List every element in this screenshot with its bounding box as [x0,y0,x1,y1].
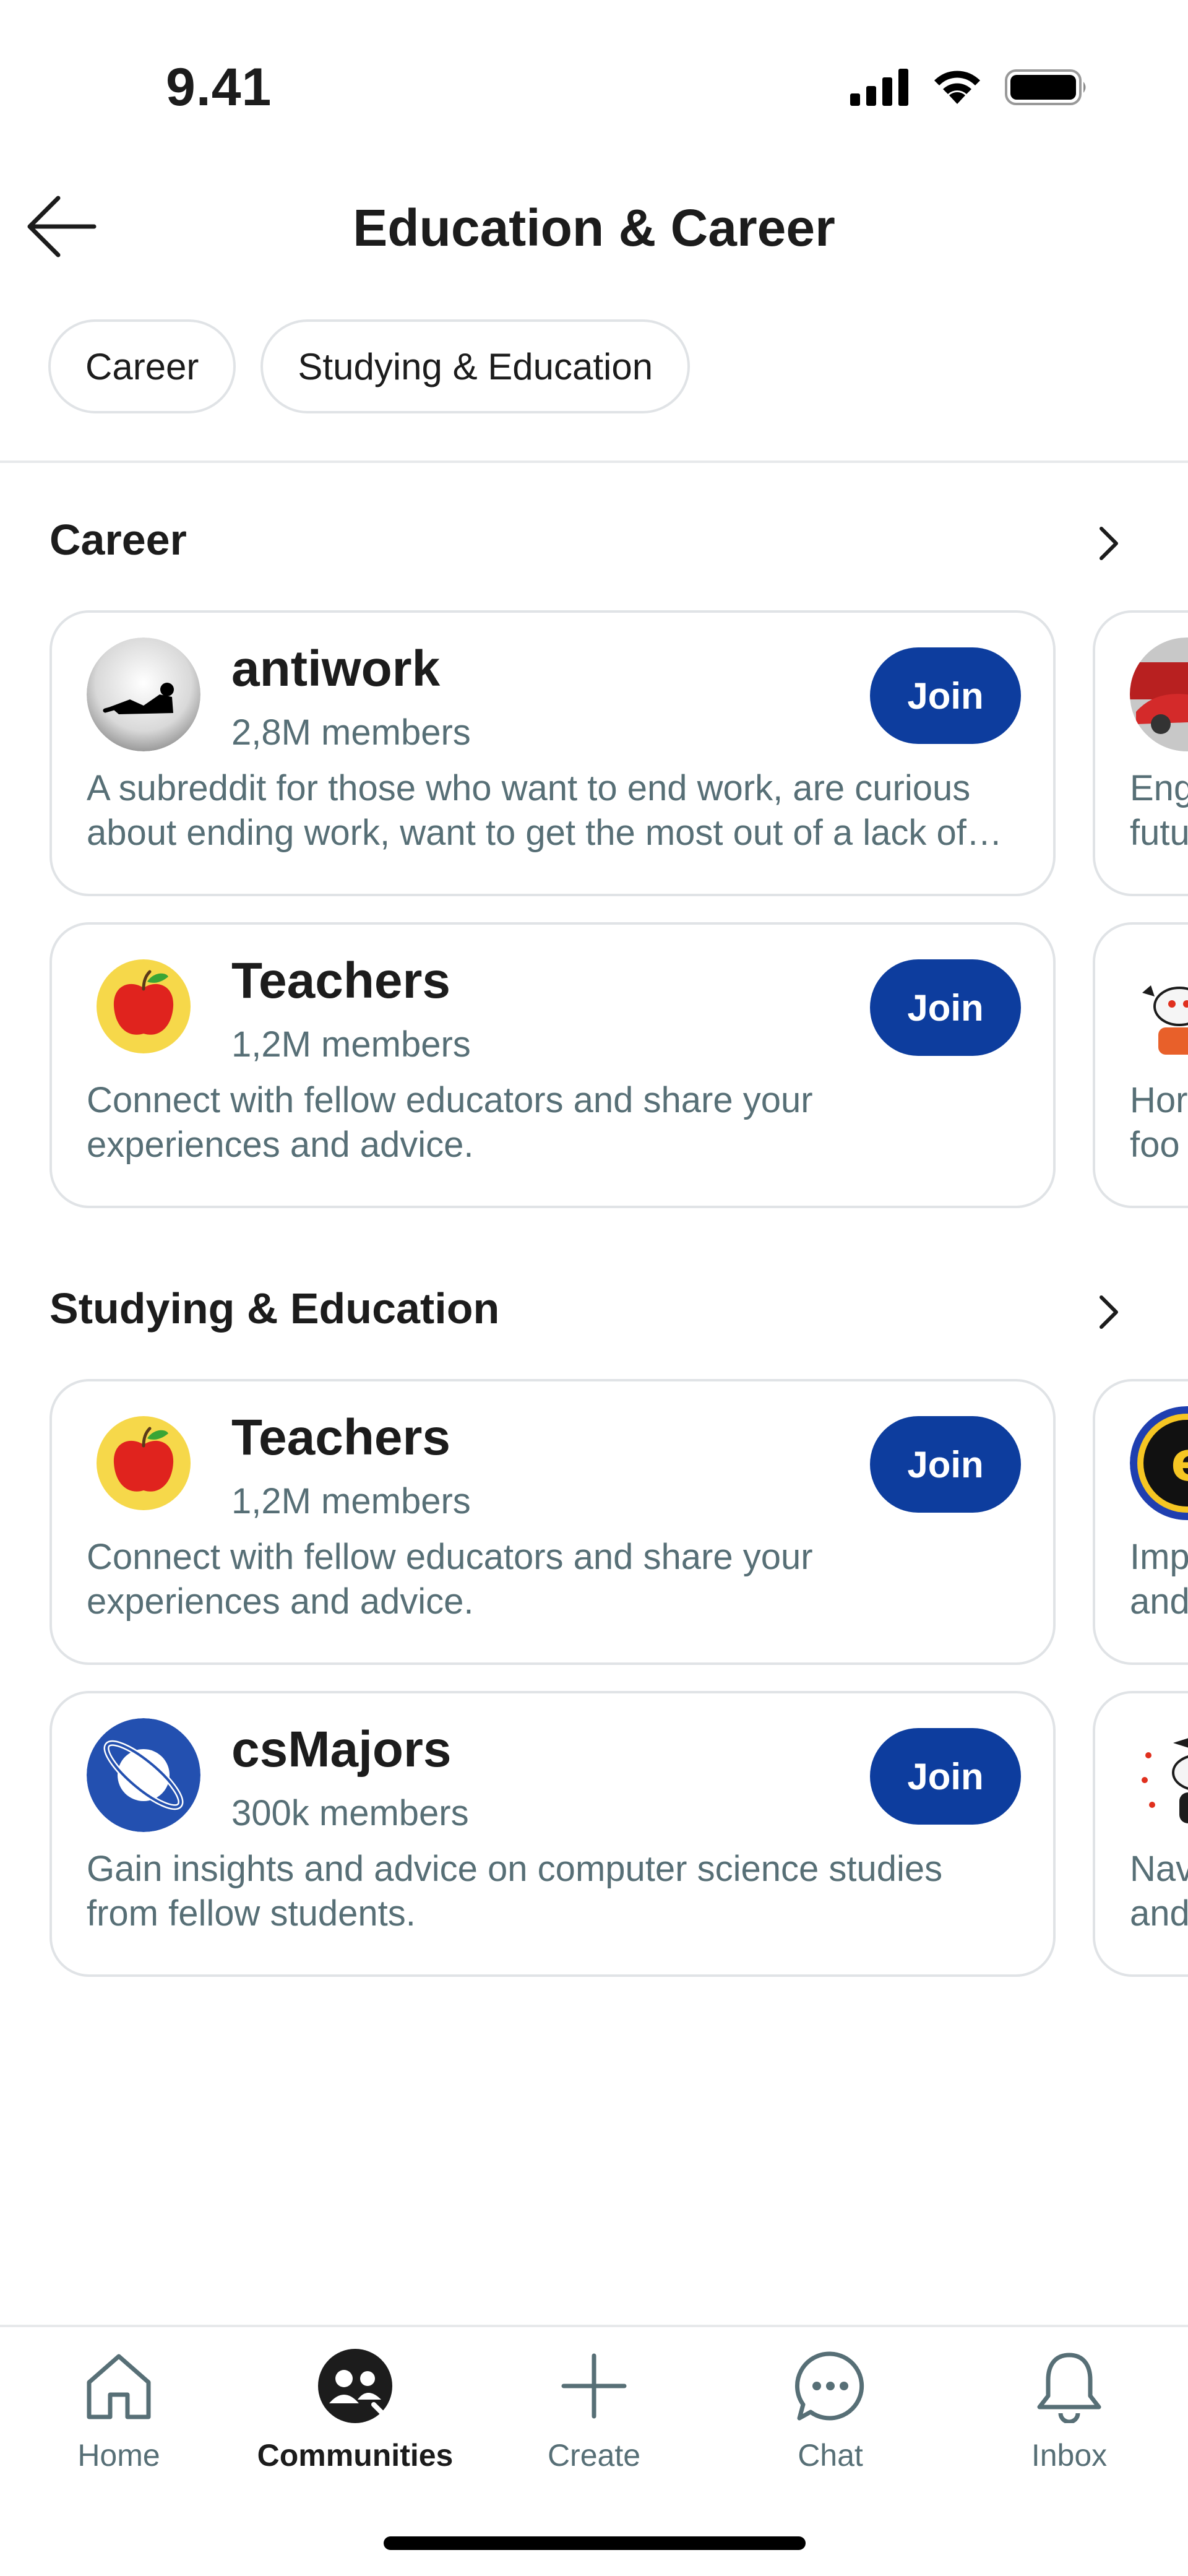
member-count: 1,2M members [231,1481,471,1521]
status-time: 9.41 [166,58,272,117]
page-title: Education & Career [353,199,835,257]
community-avatar-red-car [1130,638,1188,751]
community-card-teachers[interactable]: Teachers 1,2M members Join Connect with … [50,922,1056,1208]
chip-career[interactable]: Career [48,319,236,413]
community-card-peek[interactable]: Hor foo [1093,922,1188,1208]
community-card-peek[interactable]: Nav and [1093,1691,1188,1977]
home-icon [79,2346,159,2426]
nav-inbox[interactable]: Inbox [976,2346,1162,2494]
planet-icon [87,1718,200,1832]
peek-description: Imp and [1130,1537,1188,1622]
apple-icon [97,1416,191,1510]
peek-description: Hor foo [1130,1080,1188,1165]
nav-create-label: Create [547,2438,641,2473]
section-career-more-button[interactable] [1084,519,1134,568]
join-button[interactable]: Join [870,1728,1021,1825]
cellular-signal-icon [850,69,908,106]
e-logo-glyph: e [1171,1430,1188,1493]
member-count: 1,2M members [231,1024,471,1065]
community-card-csmajors[interactable]: csMajors 300k members Join Gain insights… [50,1691,1056,1977]
chevron-right-icon [1100,527,1118,560]
community-description: Gain insights and advice on computer sci… [87,1849,943,1934]
teachers-avatar [87,1406,200,1520]
community-description: Connect with fellow educators and share … [87,1537,813,1622]
category-chips: Career Studying & Education [48,319,691,413]
battery-icon [1005,69,1086,105]
section-studying-education-more-button[interactable] [1084,1287,1134,1337]
section-title-career: Career [50,516,187,564]
apple-icon [97,959,191,1053]
community-avatar-chef-mascot [1130,949,1188,1063]
nav-create[interactable]: Create [501,2346,687,2494]
graduate-mascot-icon [1130,1718,1188,1832]
peek-description: Eng futu [1130,768,1188,853]
screen: 9.41 Education & Career Career Studying … [0,0,1188,2576]
community-avatar-e-logo: e [1130,1406,1188,1520]
red-car-avatar-icon [1130,638,1188,751]
nav-communities-label: Communities [257,2438,454,2473]
antiwork-avatar [87,638,200,751]
header: Education & Career [0,167,1188,291]
status-icons [850,67,1089,108]
plus-icon [554,2346,634,2426]
nav-inbox-label: Inbox [1031,2438,1108,2473]
section-title-studying-education: Studying & Education [50,1284,500,1333]
join-button[interactable]: Join [870,647,1021,744]
home-indicator [384,2536,806,2550]
nav-home[interactable]: Home [26,2346,212,2494]
community-name: Teachers [231,1409,451,1466]
bell-icon [1029,2346,1109,2426]
teachers-avatar [87,949,200,1063]
antiwork-reclining-figure-icon [87,638,200,751]
community-card-antiwork[interactable]: antiwork 2,8M members Join A subreddit f… [50,610,1056,896]
community-name: Teachers [231,953,451,1009]
chef-mascot-icon [1130,949,1188,1063]
chat-icon [790,2346,871,2426]
chevron-right-icon [1100,1295,1118,1329]
member-count: 300k members [231,1793,469,1833]
wifi-icon [934,71,980,104]
join-button[interactable]: Join [870,959,1021,1056]
community-description: A subreddit for those who want to end wo… [87,768,971,853]
nav-communities[interactable]: Communities [257,2346,453,2494]
chip-studying-education[interactable]: Studying & Education [260,319,691,413]
peek-description: Nav and [1130,1849,1188,1934]
community-card-peek[interactable]: e Imp and [1093,1379,1188,1665]
csmajors-avatar [87,1718,200,1832]
community-card-teachers[interactable]: Teachers 1,2M members Join Connect with … [50,1379,1056,1665]
community-name: csMajors [231,1721,452,1778]
community-name: antiwork [231,641,441,697]
nav-home-label: Home [77,2438,160,2473]
communities-icon [315,2346,395,2426]
nav-chat-label: Chat [798,2438,863,2473]
status-bar: 9.41 [0,0,1188,167]
member-count: 2,8M members [231,712,471,753]
community-avatar-graduate-mascot [1130,1718,1188,1832]
nav-chat[interactable]: Chat [738,2346,923,2494]
community-card-peek[interactable]: Eng futu [1093,610,1188,896]
e-logo-icon: e [1130,1406,1188,1520]
community-description: Connect with fellow educators and share … [87,1080,813,1165]
divider [0,460,1188,463]
join-button[interactable]: Join [870,1416,1021,1513]
